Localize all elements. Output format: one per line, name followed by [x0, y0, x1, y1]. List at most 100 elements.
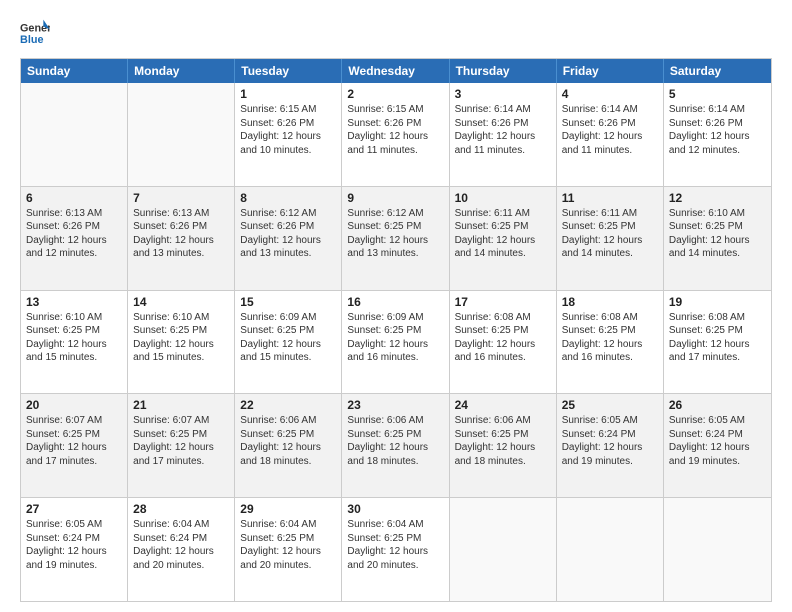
empty-cell	[21, 83, 128, 186]
day-info: Sunrise: 6:04 AM Sunset: 6:25 PM Dayligh…	[240, 518, 336, 572]
calendar-day-cell: 2 Sunrise: 6:15 AM Sunset: 6:26 PM Daylig…	[342, 83, 449, 186]
day-info: Sunrise: 6:06 AM Sunset: 6:25 PM Dayligh…	[240, 414, 336, 468]
calendar-day-cell: 6 Sunrise: 6:13 AM Sunset: 6:26 PM Daylig…	[21, 187, 128, 290]
empty-cell	[664, 498, 771, 601]
calendar-row: 1 Sunrise: 6:15 AM Sunset: 6:26 PM Daylig…	[21, 83, 771, 186]
weekday-header: Thursday	[450, 59, 557, 83]
day-info: Sunrise: 6:08 AM Sunset: 6:25 PM Dayligh…	[455, 311, 551, 365]
calendar-day-cell: 14Sunrise: 6:10 AM Sunset: 6:25 PM Dayli…	[128, 291, 235, 394]
day-info: Sunrise: 6:13 AM Sunset: 6:26 PM Dayligh…	[26, 207, 122, 261]
day-info: Sunrise: 6:05 AM Sunset: 6:24 PM Dayligh…	[26, 518, 122, 572]
day-number: 15	[240, 295, 336, 309]
day-info: Sunrise: 6:06 AM Sunset: 6:25 PM Dayligh…	[455, 414, 551, 468]
day-info: Sunrise: 6:11 AM Sunset: 6:25 PM Dayligh…	[562, 207, 658, 261]
day-number: 4	[562, 87, 658, 101]
day-info: Sunrise: 6:14 AM Sunset: 6:26 PM Dayligh…	[562, 103, 658, 157]
calendar-header: SundayMondayTuesdayWednesdayThursdayFrid…	[21, 59, 771, 83]
generalblue-logo-icon: General Blue	[20, 18, 50, 48]
calendar-day-cell: 13 Sunrise: 6:10 AM Sunset: 6:25 PM Dayli…	[21, 291, 128, 394]
day-number: 3	[455, 87, 551, 101]
calendar-day-cell: 8 Sunrise: 6:12 AM Sunset: 6:26 PM Daylig…	[235, 187, 342, 290]
day-info: Sunrise: 6:11 AM Sunset: 6:25 PM Dayligh…	[455, 207, 551, 261]
day-number: 25	[562, 398, 658, 412]
day-info: Sunrise: 6:12 AM Sunset: 6:26 PM Dayligh…	[240, 207, 336, 261]
day-info: Sunrise: 6:14 AM Sunset: 6:26 PM Dayligh…	[669, 103, 766, 157]
day-number: 20	[26, 398, 122, 412]
calendar-day-cell: 27 Sunrise: 6:05 AM Sunset: 6:24 PM Dayli…	[21, 498, 128, 601]
calendar-body: 1 Sunrise: 6:15 AM Sunset: 6:26 PM Daylig…	[21, 83, 771, 601]
day-info: Sunrise: 6:08 AM Sunset: 6:25 PM Dayligh…	[562, 311, 658, 365]
calendar-row: 27 Sunrise: 6:05 AM Sunset: 6:24 PM Dayli…	[21, 497, 771, 601]
calendar-day-cell: 10 Sunrise: 6:11 AM Sunset: 6:25 PM Dayli…	[450, 187, 557, 290]
calendar-day-cell: 20 Sunrise: 6:07 AM Sunset: 6:25 PM Dayli…	[21, 394, 128, 497]
day-number: 18	[562, 295, 658, 309]
calendar-day-cell: 3 Sunrise: 6:14 AM Sunset: 6:26 PM Daylig…	[450, 83, 557, 186]
day-number: 11	[562, 191, 658, 205]
weekday-header: Friday	[557, 59, 664, 83]
day-number: 17	[455, 295, 551, 309]
day-info: Sunrise: 6:07 AM Sunset: 6:25 PM Dayligh…	[26, 414, 122, 468]
day-info: Sunrise: 6:06 AM Sunset: 6:25 PM Dayligh…	[347, 414, 443, 468]
day-number: 6	[26, 191, 122, 205]
day-number: 7	[133, 191, 229, 205]
calendar: SundayMondayTuesdayWednesdayThursdayFrid…	[20, 58, 772, 602]
weekday-header: Wednesday	[342, 59, 449, 83]
day-info: Sunrise: 6:15 AM Sunset: 6:26 PM Dayligh…	[240, 103, 336, 157]
day-number: 28	[133, 502, 229, 516]
calendar-day-cell: 17 Sunrise: 6:08 AM Sunset: 6:25 PM Dayli…	[450, 291, 557, 394]
calendar-day-cell: 7 Sunrise: 6:13 AM Sunset: 6:26 PM Daylig…	[128, 187, 235, 290]
day-info: Sunrise: 6:14 AM Sunset: 6:26 PM Dayligh…	[455, 103, 551, 157]
weekday-header: Tuesday	[235, 59, 342, 83]
calendar-day-cell: 12 Sunrise: 6:10 AM Sunset: 6:25 PM Dayli…	[664, 187, 771, 290]
day-number: 29	[240, 502, 336, 516]
day-info: Sunrise: 6:05 AM Sunset: 6:24 PM Dayligh…	[562, 414, 658, 468]
day-number: 24	[455, 398, 551, 412]
day-number: 14	[133, 295, 229, 309]
svg-text:Blue: Blue	[20, 34, 43, 46]
empty-cell	[557, 498, 664, 601]
day-info: Sunrise: 6:07 AM Sunset: 6:25 PM Dayligh…	[133, 414, 229, 468]
calendar-day-cell: 25 Sunrise: 6:05 AM Sunset: 6:24 PM Dayli…	[557, 394, 664, 497]
day-number: 9	[347, 191, 443, 205]
day-number: 16	[347, 295, 443, 309]
calendar-day-cell: 1 Sunrise: 6:15 AM Sunset: 6:26 PM Daylig…	[235, 83, 342, 186]
day-number: 10	[455, 191, 551, 205]
day-info: Sunrise: 6:15 AM Sunset: 6:26 PM Dayligh…	[347, 103, 443, 157]
calendar-day-cell: 24 Sunrise: 6:06 AM Sunset: 6:25 PM Dayli…	[450, 394, 557, 497]
calendar-row: 6 Sunrise: 6:13 AM Sunset: 6:26 PM Daylig…	[21, 186, 771, 290]
day-info: Sunrise: 6:13 AM Sunset: 6:26 PM Dayligh…	[133, 207, 229, 261]
weekday-header: Sunday	[21, 59, 128, 83]
day-info: Sunrise: 6:08 AM Sunset: 6:25 PM Dayligh…	[669, 311, 766, 365]
day-info: Sunrise: 6:09 AM Sunset: 6:25 PM Dayligh…	[240, 311, 336, 365]
day-info: Sunrise: 6:09 AM Sunset: 6:25 PM Dayligh…	[347, 311, 443, 365]
calendar-day-cell: 30 Sunrise: 6:04 AM Sunset: 6:25 PM Dayli…	[342, 498, 449, 601]
day-number: 13	[26, 295, 122, 309]
day-number: 30	[347, 502, 443, 516]
day-number: 19	[669, 295, 766, 309]
day-number: 8	[240, 191, 336, 205]
day-info: Sunrise: 6:10 AM Sunset: 6:25 PM Dayligh…	[26, 311, 122, 365]
calendar-day-cell: 18 Sunrise: 6:08 AM Sunset: 6:25 PM Dayli…	[557, 291, 664, 394]
weekday-header: Saturday	[664, 59, 771, 83]
day-number: 21	[133, 398, 229, 412]
day-info: Sunrise: 6:04 AM Sunset: 6:25 PM Dayligh…	[347, 518, 443, 572]
day-number: 12	[669, 191, 766, 205]
calendar-day-cell: 28 Sunrise: 6:04 AM Sunset: 6:24 PM Dayli…	[128, 498, 235, 601]
day-number: 2	[347, 87, 443, 101]
calendar-day-cell: 26Sunrise: 6:05 AM Sunset: 6:24 PM Dayli…	[664, 394, 771, 497]
calendar-row: 13 Sunrise: 6:10 AM Sunset: 6:25 PM Dayli…	[21, 290, 771, 394]
day-number: 1	[240, 87, 336, 101]
day-info: Sunrise: 6:04 AM Sunset: 6:24 PM Dayligh…	[133, 518, 229, 572]
empty-cell	[450, 498, 557, 601]
calendar-day-cell: 15 Sunrise: 6:09 AM Sunset: 6:25 PM Dayli…	[235, 291, 342, 394]
day-number: 27	[26, 502, 122, 516]
weekday-header: Monday	[128, 59, 235, 83]
calendar-day-cell: 21 Sunrise: 6:07 AM Sunset: 6:25 PM Dayli…	[128, 394, 235, 497]
day-number: 26	[669, 398, 766, 412]
calendar-day-cell: 16 Sunrise: 6:09 AM Sunset: 6:25 PM Dayli…	[342, 291, 449, 394]
page-header: General Blue	[20, 18, 772, 48]
day-number: 5	[669, 87, 766, 101]
calendar-day-cell: 22Sunrise: 6:06 AM Sunset: 6:25 PM Dayli…	[235, 394, 342, 497]
day-number: 23	[347, 398, 443, 412]
day-info: Sunrise: 6:10 AM Sunset: 6:25 PM Dayligh…	[669, 207, 766, 261]
